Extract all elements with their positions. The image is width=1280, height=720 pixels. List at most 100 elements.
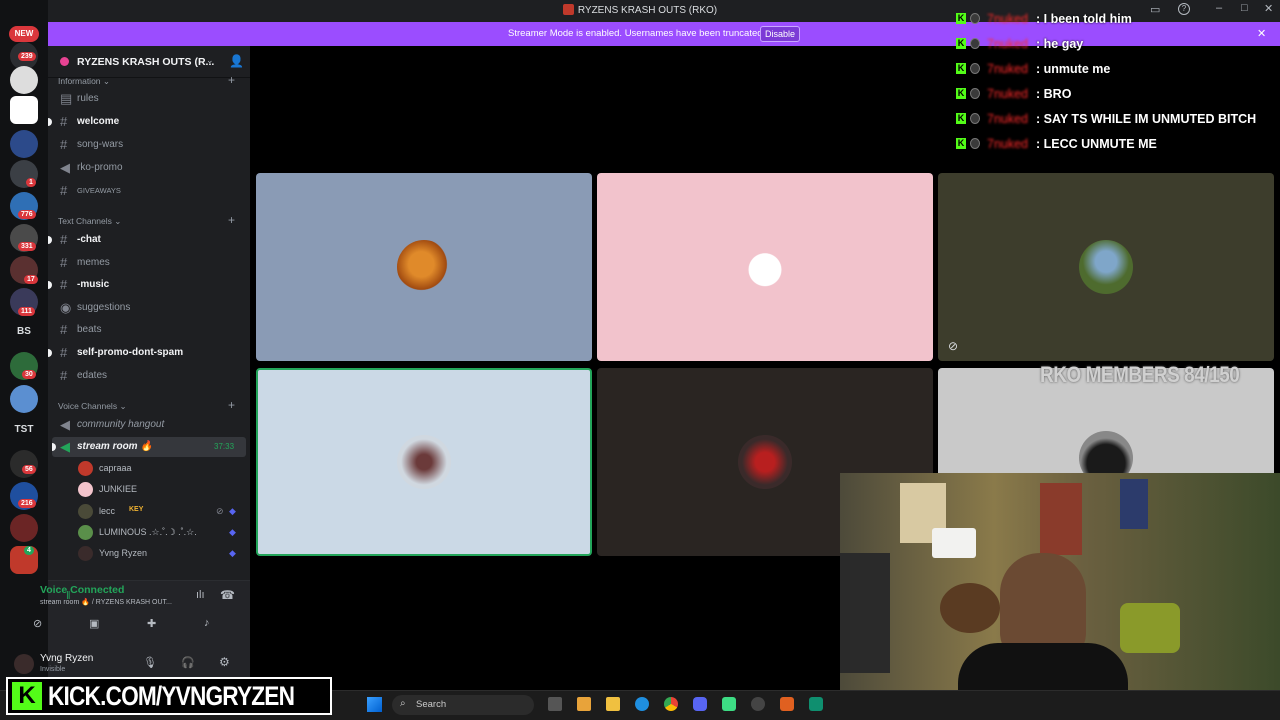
app-icon[interactable] xyxy=(780,697,794,711)
help-icon[interactable]: ? xyxy=(1178,3,1190,15)
channel-label: -chat xyxy=(77,234,101,245)
noise-suppression-icon[interactable]: ılı xyxy=(196,589,205,601)
category-label: Information xyxy=(58,76,101,86)
channel-self-promo[interactable]: # self-promo-dont-spam xyxy=(48,343,250,363)
channel-label: suggestions xyxy=(77,302,131,313)
chat-username: 7nuked xyxy=(987,137,1029,151)
category-label: Text Channels xyxy=(58,216,112,226)
banner-text: Streamer Mode is enabled. Usernames have… xyxy=(508,28,766,39)
disconnect-icon[interactable]: ☎ xyxy=(220,588,235,602)
chevron-down-icon[interactable]: ⌄ xyxy=(206,55,214,66)
soundboard-icon[interactable]: ♪ xyxy=(204,617,210,629)
discord-icon[interactable] xyxy=(693,697,707,711)
task-view-icon[interactable] xyxy=(548,697,562,711)
chat-text: : BRO xyxy=(1036,87,1072,101)
voice-channel-path[interactable]: stream room 🔥 / RYZENS KRASH OUT... xyxy=(40,598,172,606)
camera-off-icon[interactable]: ⊘ xyxy=(33,617,47,631)
add-channel-icon[interactable]: + xyxy=(228,398,235,412)
video-tile[interactable]: ⊘ xyxy=(938,173,1274,361)
kick-logo-icon: K xyxy=(12,682,42,710)
channel-song-wars[interactable]: # song-wars xyxy=(48,135,250,155)
hash-icon: # xyxy=(60,345,68,360)
server-icon[interactable] xyxy=(10,130,38,158)
muted-icon: ⊘ xyxy=(216,506,224,516)
maximize-icon[interactable]: □ xyxy=(1241,2,1248,14)
close-icon[interactable]: ✕ xyxy=(1264,2,1273,15)
start-icon[interactable] xyxy=(367,697,382,712)
voice-connected-label[interactable]: Voice Connected xyxy=(40,584,124,596)
server-bs[interactable]: BS xyxy=(10,326,38,337)
server-icon[interactable] xyxy=(10,66,38,94)
deafened-icon: ◆ xyxy=(229,506,236,516)
gear-icon[interactable]: ⚙ xyxy=(219,655,230,669)
obs-icon[interactable] xyxy=(751,697,765,711)
add-member-icon[interactable]: 👤 xyxy=(229,54,244,68)
channel-memes[interactable]: # memes xyxy=(48,253,250,273)
video-tile[interactable] xyxy=(597,173,933,361)
user-name[interactable]: Yvng Ryzen xyxy=(40,653,93,664)
channel-label: beats xyxy=(77,324,102,335)
fivem-server-icon[interactable] xyxy=(10,96,38,124)
chat-text: : SAY TS WHILE IM UNMUTED BITCH xyxy=(1036,112,1257,126)
channel-suggestions[interactable]: ◉ suggestions xyxy=(48,298,250,318)
activities-icon[interactable]: ✚ xyxy=(147,617,156,630)
server-icon[interactable] xyxy=(10,385,38,413)
close-banner-icon[interactable]: ✕ xyxy=(1257,27,1266,40)
store-icon[interactable] xyxy=(577,697,591,711)
minimize-icon[interactable]: – xyxy=(1216,2,1222,14)
channel-edates[interactable]: # edates xyxy=(48,366,250,386)
channel-beats[interactable]: # beats xyxy=(48,320,250,340)
new-badge[interactable]: NEW xyxy=(9,26,39,42)
chat-username: 7nuked xyxy=(987,37,1029,51)
channel-label: song-wars xyxy=(77,139,124,150)
hash-icon: # xyxy=(60,277,68,292)
inbox-icon[interactable]: ▭ xyxy=(1150,3,1160,16)
channel-music[interactable]: # -music xyxy=(48,275,250,295)
plush-toy xyxy=(940,583,1000,633)
user-avatar[interactable] xyxy=(14,654,34,674)
channel-label: GIVEAWAYS xyxy=(77,186,121,195)
server-tst[interactable]: TST xyxy=(10,424,38,435)
voice-channel-stream-room[interactable]: ◀ stream room 🔥 37:33 xyxy=(52,437,246,457)
kick-icon: K xyxy=(956,13,966,24)
search-box[interactable]: ⌕ Search xyxy=(392,695,534,715)
microphone-icon[interactable]: 🎙 xyxy=(143,656,157,669)
category-voice-channels[interactable]: Voice Channels ⌄ xyxy=(58,401,127,412)
hash-icon: # xyxy=(60,255,68,270)
file-explorer-icon[interactable] xyxy=(606,697,620,711)
channel-rules[interactable]: ▤ rules xyxy=(48,89,250,109)
mention-badge: 776 xyxy=(18,210,36,219)
channel-giveaways[interactable]: # GIVEAWAYS xyxy=(48,181,250,201)
video-tile[interactable] xyxy=(256,173,592,361)
server-header[interactable]: RYZENS KRASH OUTS (R... ⌄ 👤 xyxy=(48,46,250,78)
category-text-channels[interactable]: Text Channels ⌄ xyxy=(58,216,121,227)
kick-icon: K xyxy=(956,113,966,124)
app-icon[interactable] xyxy=(722,697,736,711)
mention-badge: 331 xyxy=(18,242,36,251)
channel-welcome[interactable]: # welcome xyxy=(48,112,250,132)
channel-label: rules xyxy=(77,93,99,104)
video-tile-speaking[interactable] xyxy=(256,368,592,556)
server-icon[interactable] xyxy=(10,514,38,542)
add-channel-icon[interactable]: + xyxy=(228,73,235,87)
add-channel-icon[interactable]: + xyxy=(228,213,235,227)
app-icon[interactable] xyxy=(809,697,823,711)
speaker-icon: ◀ xyxy=(60,417,70,432)
headphones-icon[interactable]: 🎧 xyxy=(181,656,195,669)
chrome-icon[interactable] xyxy=(664,697,678,711)
disable-button[interactable]: Disable xyxy=(760,26,800,42)
channel-chat[interactable]: # -chat xyxy=(48,230,250,250)
category-information[interactable]: Information ⌄ xyxy=(58,76,110,87)
cat-avatar xyxy=(738,240,792,294)
voice-channel-community[interactable]: ◀ community hangout xyxy=(48,415,250,435)
chat-username: 7nuked xyxy=(987,87,1029,101)
search-icon: ⌕ xyxy=(400,698,406,709)
server-icon[interactable] xyxy=(10,450,38,478)
kick-url-overlay: K KICK.COM/YVNGRYZEN xyxy=(6,677,332,715)
screen-share-icon[interactable]: ▣ xyxy=(89,617,99,630)
mention-badge: 30 xyxy=(22,370,36,379)
edge-icon[interactable] xyxy=(635,697,649,711)
channel-rko-promo[interactable]: ◀ rko-promo xyxy=(48,158,250,178)
channel-label: stream room 🔥 xyxy=(77,441,153,452)
deafened-icon: ◆ xyxy=(229,548,236,558)
